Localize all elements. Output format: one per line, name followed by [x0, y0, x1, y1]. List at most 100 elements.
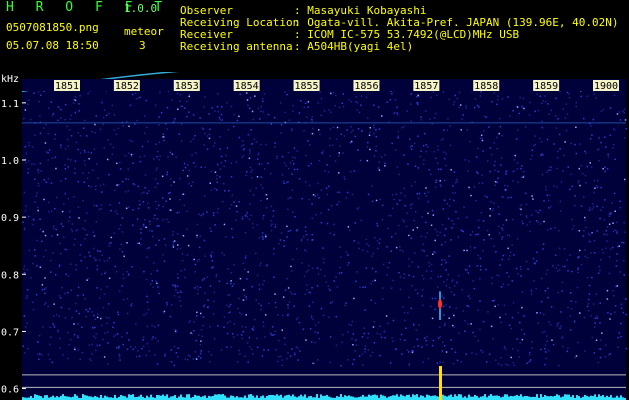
- noise-dot: [554, 227, 556, 229]
- noise-dot: [287, 304, 289, 307]
- noise-dot: [542, 127, 544, 129]
- noise-dot: [444, 228, 447, 231]
- noise-dot: [188, 169, 190, 172]
- noise-dot: [548, 321, 550, 323]
- noise-dot: [597, 179, 599, 182]
- noise-dot: [369, 148, 371, 151]
- noise-dot: [250, 143, 253, 146]
- noise-dot: [537, 211, 539, 214]
- noise-dot: [311, 132, 314, 135]
- activity-bar: [84, 395, 86, 400]
- y-tick-label: 1.0: [1, 156, 19, 167]
- noise-dot: [83, 149, 86, 152]
- noise-dot: [119, 248, 121, 250]
- noise-dot: [105, 114, 108, 116]
- noise-dot: [355, 344, 358, 346]
- noise-dot: [183, 162, 186, 165]
- noise-dot: [96, 205, 98, 207]
- noise-dot: [43, 303, 46, 306]
- noise-dot: [78, 217, 80, 219]
- noise-dot: [600, 186, 602, 189]
- noise-dot: [251, 110, 254, 113]
- noise-dot: [39, 132, 42, 135]
- noise-dot: [550, 109, 552, 112]
- noise-dot: [536, 93, 538, 95]
- noise-dot: [608, 215, 610, 217]
- noise-dot: [289, 196, 292, 199]
- datetime: 05.07.08 18:50: [6, 39, 99, 52]
- noise-dot: [323, 110, 326, 112]
- noise-dot: [87, 92, 89, 95]
- noise-dot: [80, 260, 82, 262]
- noise-dot: [560, 181, 563, 183]
- noise-dot: [405, 225, 408, 228]
- noise-dot: [135, 356, 138, 358]
- noise-dot: [356, 101, 359, 104]
- noise-dot: [192, 358, 195, 360]
- noise-dot: [352, 363, 354, 365]
- noise-dot: [417, 167, 420, 169]
- noise-dot: [247, 271, 249, 273]
- noise-dot: [379, 333, 382, 336]
- noise-dot: [496, 103, 498, 106]
- noise-dot: [382, 263, 385, 266]
- noise-dot: [266, 198, 268, 200]
- noise-dot: [625, 313, 628, 316]
- noise-dot: [203, 195, 206, 197]
- noise-dot: [138, 242, 141, 244]
- noise-dot: [56, 313, 58, 316]
- noise-dot: [540, 154, 542, 157]
- noise-dot: [170, 361, 173, 363]
- noise-dot: [517, 273, 519, 275]
- noise-dot: [179, 290, 181, 292]
- noise-dot: [242, 140, 244, 142]
- noise-dot: [357, 128, 360, 130]
- noise-dot: [390, 362, 392, 364]
- noise-dot: [260, 110, 262, 113]
- noise-dot: [623, 274, 625, 276]
- noise-dot: [297, 359, 299, 361]
- noise-dot: [345, 251, 348, 254]
- noise-dot: [207, 306, 209, 308]
- noise-dot: [127, 190, 129, 192]
- noise-dot: [455, 307, 457, 309]
- noise-dot: [318, 159, 320, 162]
- noise-dot: [528, 114, 531, 116]
- noise-dot: [249, 97, 252, 99]
- noise-dot: [230, 204, 233, 206]
- noise-dot: [449, 198, 451, 200]
- noise-dot: [581, 205, 583, 207]
- noise-dot: [170, 209, 172, 211]
- noise-dot: [479, 278, 481, 280]
- noise-dot: [565, 129, 568, 132]
- activity-bar: [146, 395, 148, 400]
- noise-dot: [597, 272, 600, 274]
- noise-dot: [31, 262, 34, 265]
- noise-dot: [386, 101, 388, 103]
- noise-dot: [593, 252, 596, 254]
- noise-dot: [571, 218, 573, 221]
- noise-dot: [145, 354, 148, 357]
- noise-dot: [503, 184, 506, 187]
- noise-dot: [439, 184, 442, 186]
- noise-dot: [52, 227, 55, 230]
- activity-bar: [444, 395, 446, 400]
- noise-dot: [301, 238, 303, 241]
- noise-dot: [467, 323, 469, 325]
- noise-dot: [532, 257, 535, 260]
- noise-dot: [459, 104, 462, 106]
- noise-dot: [530, 290, 533, 293]
- noise-dot: [90, 359, 92, 362]
- noise-dot: [176, 273, 179, 275]
- noise-dot: [460, 361, 463, 363]
- noise-dot: [203, 277, 205, 280]
- noise-dot: [114, 265, 117, 268]
- noise-dot: [607, 312, 609, 314]
- noise-dot: [426, 335, 428, 338]
- noise-dot: [144, 218, 146, 221]
- noise-dot: [127, 168, 130, 170]
- noise-dot: [234, 219, 237, 221]
- noise-dot: [305, 154, 307, 157]
- noise-dot: [187, 244, 190, 247]
- noise-dot: [496, 177, 499, 180]
